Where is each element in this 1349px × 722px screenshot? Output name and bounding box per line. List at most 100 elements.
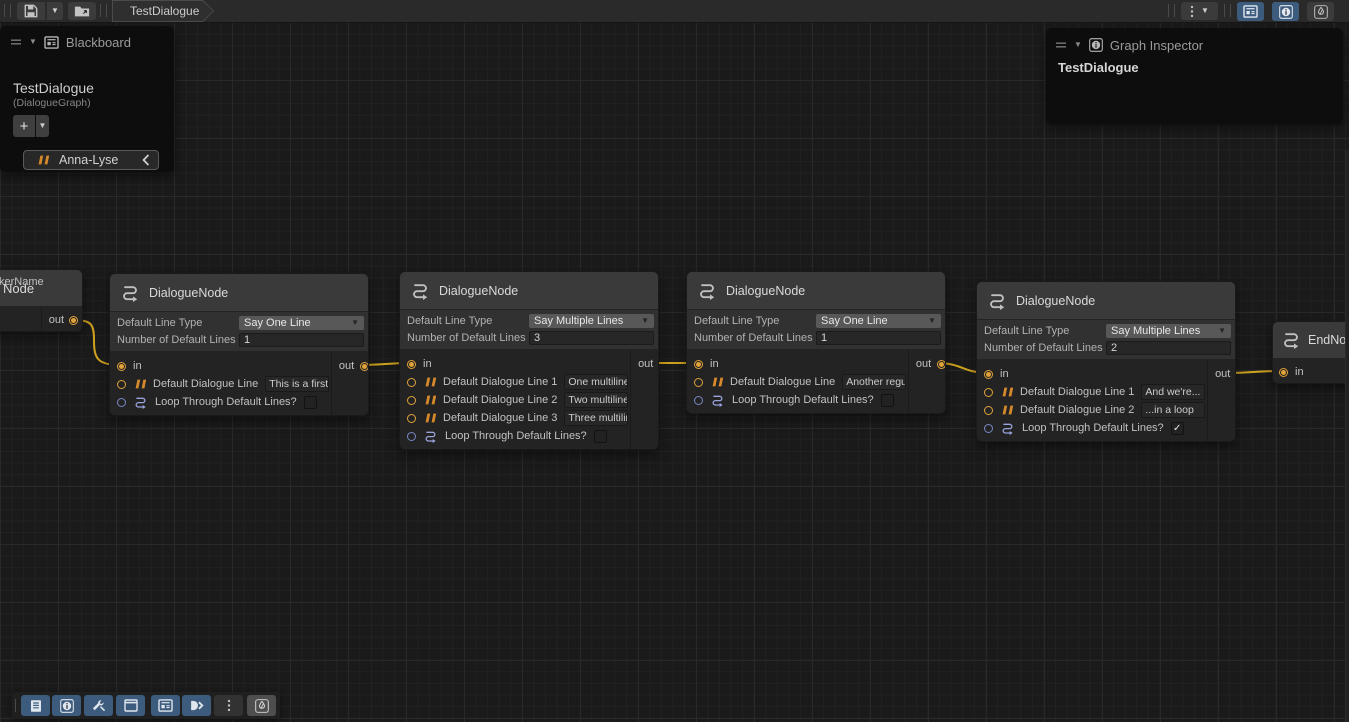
out-port[interactable]: [69, 316, 78, 325]
loop-port[interactable]: [117, 398, 126, 407]
loop-checkbox[interactable]: [594, 430, 607, 443]
in-port[interactable]: [407, 360, 416, 369]
in-port[interactable]: [984, 370, 993, 379]
info-panel-button[interactable]: [52, 695, 81, 716]
dialogue-node-4[interactable]: DialogueNode Default Line Type Say Multi…: [976, 281, 1236, 442]
options-menu-button[interactable]: ▼: [1181, 2, 1218, 20]
out-port[interactable]: [360, 362, 369, 371]
caret-down-icon: ▼: [1201, 7, 1209, 15]
blackboard-icon: [158, 699, 173, 712]
window-panel-button[interactable]: [116, 695, 145, 716]
line-text-field[interactable]: One multiline: [564, 374, 628, 390]
drag-handle-icon[interactable]: [10, 38, 22, 46]
more-options-button[interactable]: [214, 695, 243, 716]
add-property-button[interactable]: +: [13, 115, 35, 137]
save-button[interactable]: [17, 2, 45, 20]
end-node[interactable]: EndNode in: [1272, 321, 1349, 384]
blackboard-graph-name: TestDialogue: [13, 80, 94, 96]
console-panel-button[interactable]: [21, 695, 50, 716]
tools-panel-button[interactable]: [84, 695, 113, 716]
line-text-field[interactable]: ...in a loop: [1141, 402, 1205, 418]
in-port-label: in: [1000, 368, 1009, 380]
dropdown-caret-icon: ▼: [641, 317, 649, 325]
line-port[interactable]: [984, 406, 993, 415]
caret-down-icon: ▼: [51, 7, 59, 15]
line-type-dropdown[interactable]: Say Multiple Lines ▼: [529, 314, 654, 328]
foldout-arrow-icon[interactable]: ▼: [29, 38, 37, 46]
line-text-field[interactable]: Three multilin: [564, 410, 628, 426]
line-port[interactable]: [407, 414, 416, 423]
in-port[interactable]: [694, 360, 703, 369]
prop-label: Number of Default Lines: [694, 332, 816, 344]
line-text-field[interactable]: This is a first: [265, 376, 329, 392]
line-port[interactable]: [407, 378, 416, 387]
collapse-chevron-icon[interactable]: [142, 154, 150, 166]
loop-port-label: Loop Through Default Lines?: [155, 396, 297, 408]
line-port[interactable]: [694, 378, 703, 387]
blackboard-panel-button[interactable]: [151, 695, 180, 716]
loop-port[interactable]: [694, 396, 703, 405]
node-header[interactable]: DialogueNode: [400, 272, 658, 310]
toggle-blackboard-button[interactable]: [1237, 2, 1264, 21]
toggle-inspector-button[interactable]: [1272, 2, 1299, 21]
line-port[interactable]: [407, 396, 416, 405]
preview-toggle-button[interactable]: [247, 695, 276, 716]
num-lines-field[interactable]: 2: [1106, 341, 1231, 355]
toggle-preview-button[interactable]: [1307, 2, 1334, 21]
toolbar-grip[interactable]: [1168, 4, 1175, 17]
line-port-label: Default Dialogue Line: [153, 378, 258, 390]
loop-icon: [423, 430, 438, 443]
line-type-dropdown[interactable]: Say One Line ▼: [816, 314, 941, 328]
playback-panel-button[interactable]: [182, 695, 211, 716]
line-type-dropdown[interactable]: Say Multiple Lines ▼: [1106, 324, 1231, 338]
dialogue-node-3[interactable]: DialogueNode Default Line Type Say One L…: [686, 271, 946, 414]
node-header[interactable]: DialogueNode: [687, 272, 945, 310]
node-header[interactable]: DialogueNode: [977, 282, 1235, 320]
loop-checkbox[interactable]: [304, 396, 317, 409]
inspector-header-label: Graph Inspector: [1110, 38, 1203, 53]
quote-icon: [423, 395, 436, 405]
loop-port[interactable]: [984, 424, 993, 433]
node-header[interactable]: DialogueNode: [110, 274, 368, 312]
num-lines-field[interactable]: 1: [816, 331, 941, 345]
toolbar-grip[interactable]: [1224, 4, 1231, 17]
loop-checkbox[interactable]: [881, 394, 894, 407]
blackboard-panel[interactable]: ▼ Blackboard TestDialogue (DialogueGraph…: [0, 26, 174, 172]
in-port[interactable]: [1279, 368, 1288, 377]
in-port[interactable]: [117, 362, 126, 371]
kebab-menu-icon: [227, 699, 231, 712]
foldout-arrow-icon[interactable]: ▼: [1074, 41, 1082, 49]
graph-tab[interactable]: TestDialogue: [112, 0, 214, 22]
line-text-field[interactable]: Two multiline: [564, 392, 628, 408]
graph-inspector-panel[interactable]: ▼ Graph Inspector TestDialogue: [1046, 28, 1343, 124]
save-options-button[interactable]: ▼: [46, 2, 63, 20]
line-type-dropdown[interactable]: Say One Line ▼: [239, 316, 364, 330]
blackboard-property-anna-lyse[interactable]: Anna-Lyse: [23, 150, 159, 170]
dialogue-node-1[interactable]: DialogueNode Default Line Type Say One L…: [109, 273, 369, 416]
dialogue-node-2[interactable]: DialogueNode Default Line Type Say Multi…: [399, 271, 659, 450]
num-lines-field[interactable]: 1: [239, 333, 364, 347]
blackboard-graph-type: (DialogueGraph): [13, 97, 91, 109]
loop-port[interactable]: [407, 432, 416, 441]
add-property-caret-button[interactable]: ▼: [36, 115, 49, 137]
speaker-node-partial[interactable]: Node kerName out: [0, 269, 83, 332]
dropdown-value: Say Multiple Lines: [534, 315, 623, 327]
line-port[interactable]: [984, 388, 993, 397]
drag-handle-icon[interactable]: [1055, 41, 1067, 49]
end-node-icon: [1281, 331, 1301, 349]
in-port-label: in: [710, 358, 719, 370]
toolbar-grip[interactable]: [100, 4, 107, 17]
loop-checkbox[interactable]: ✓: [1171, 422, 1184, 435]
line-port-label: Default Dialogue Line 2: [443, 394, 557, 406]
num-lines-field[interactable]: 3: [529, 331, 654, 345]
open-asset-button[interactable]: [68, 2, 96, 20]
line-text-field[interactable]: And we're...: [1141, 384, 1205, 400]
toolbar-grip[interactable]: [4, 4, 11, 17]
property-name: Anna-Lyse: [59, 153, 118, 167]
line-text-field[interactable]: Another regu: [842, 374, 906, 390]
out-port-label: out: [916, 358, 931, 370]
quote-icon: [710, 377, 723, 387]
prop-label: Number of Default Lines: [984, 342, 1106, 354]
line-port[interactable]: [117, 380, 126, 389]
out-port[interactable]: [937, 360, 946, 369]
